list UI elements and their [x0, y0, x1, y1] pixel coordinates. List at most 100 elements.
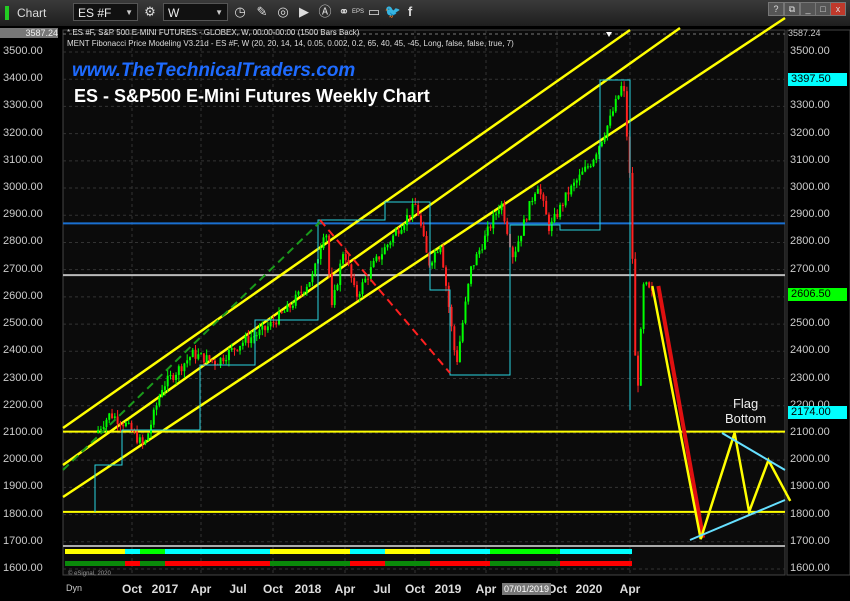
y-axis-tick-left: 2400.00: [3, 344, 43, 357]
candle-body: [291, 305, 294, 308]
candle-body: [419, 215, 422, 226]
candle-body: [467, 283, 470, 302]
y-axis-tick-left: 2300.00: [3, 371, 43, 384]
y-axis-tick-left: 1800.00: [3, 507, 43, 520]
trend-signal-bar: [65, 549, 125, 554]
candle-body: [300, 291, 303, 293]
annotation-line: Flag: [732, 396, 759, 411]
candle-body: [556, 213, 559, 218]
momentum-signal-bar: [430, 561, 490, 566]
candle-body: [472, 265, 475, 267]
top-price-marker-right: 3587.24: [788, 28, 821, 38]
candle-body: [194, 349, 197, 359]
candle-body: [567, 192, 570, 195]
trend-signal-bar: [385, 549, 430, 554]
momentum-signal-bar: [560, 561, 632, 566]
candle-body: [227, 349, 230, 361]
candle-body: [369, 267, 372, 279]
x-axis-tick: 2018: [294, 582, 322, 596]
candle-body: [163, 386, 166, 390]
x-axis-tick: Oct: [262, 582, 284, 596]
y-axis-tick-right: 2000.00: [790, 453, 830, 466]
candle-body: [436, 252, 439, 254]
candle-body: [283, 311, 286, 313]
candle-body: [141, 437, 144, 444]
x-axis-tick: 2020: [575, 582, 603, 596]
candle-body: [297, 291, 300, 295]
candle-body: [458, 341, 461, 363]
candle-body: [447, 285, 450, 307]
trend-signal-bar: [350, 549, 385, 554]
candle-body: [124, 422, 127, 427]
candle-body: [389, 242, 392, 245]
candle-body: [525, 219, 528, 221]
candle-body: [342, 254, 345, 264]
x-axis-tick: 2017: [151, 582, 179, 596]
y-axis-tick-left: 1600.00: [3, 561, 43, 574]
candle-body: [202, 353, 205, 363]
candle-body: [108, 413, 111, 420]
candle-body: [422, 225, 425, 237]
candle-body: [269, 321, 272, 327]
candle-body: [403, 225, 406, 230]
trend-signal-bar: [270, 549, 350, 554]
candle-body: [475, 254, 478, 266]
candle-body: [339, 263, 342, 285]
momentum-signal-bar: [140, 561, 165, 566]
candle-body: [450, 306, 453, 327]
candle-body: [589, 166, 592, 168]
candle-body: [559, 204, 562, 218]
candle-body: [634, 258, 637, 356]
x-axis-tick: Apr: [334, 582, 356, 596]
candle-body: [161, 389, 164, 397]
candle-body: [308, 282, 311, 287]
candle-body: [625, 91, 628, 137]
candle-body: [258, 329, 261, 336]
candle-body: [534, 193, 537, 202]
price-tag: 3397.50: [788, 72, 847, 86]
candle-body: [595, 154, 598, 160]
candle-body: [183, 363, 186, 372]
candle-body: [169, 375, 172, 377]
candle-body: [138, 437, 141, 443]
candle-body: [536, 188, 539, 194]
candle-body: [111, 413, 114, 419]
candle-body: [105, 419, 108, 428]
candle-body: [444, 267, 447, 286]
candle-body: [152, 409, 155, 425]
y-axis-tick-left: 3200.00: [3, 126, 43, 139]
candle-body: [400, 229, 403, 234]
candle-body: [200, 353, 203, 355]
candle-body: [584, 166, 587, 172]
candle-body: [550, 221, 553, 232]
candle-body: [575, 180, 578, 183]
x-axis-tick: Oct: [121, 582, 143, 596]
candle-body: [611, 111, 614, 116]
candle-body: [483, 235, 486, 250]
trend-signal-bar: [430, 549, 490, 554]
candle-body: [303, 292, 306, 294]
trend-signal-bar: [490, 549, 560, 554]
candle-body: [328, 235, 331, 275]
y-axis-tick-right: 2500.00: [790, 317, 830, 330]
y-axis-tick-left: 2600.00: [3, 289, 43, 302]
candle-body: [623, 85, 626, 92]
candle-body: [631, 172, 634, 259]
candle-body: [186, 360, 189, 364]
candle-body: [230, 348, 233, 350]
y-axis-tick-right: 3300.00: [790, 99, 830, 112]
candle-body: [350, 264, 353, 278]
price-axis: [786, 29, 850, 576]
candle-body: [353, 277, 356, 286]
candle-body: [155, 405, 158, 410]
y-axis-tick-left: 2800.00: [3, 235, 43, 248]
candle-body: [609, 115, 612, 126]
y-axis-tick-right: 2800.00: [790, 235, 830, 248]
y-axis-tick-right: 1700.00: [790, 534, 830, 547]
candle-body: [600, 141, 603, 147]
candle-body: [367, 278, 370, 280]
candle-body: [239, 345, 242, 351]
candle-body: [188, 357, 191, 361]
candle-body: [322, 237, 325, 249]
x-axis-tick: Oct: [404, 582, 426, 596]
